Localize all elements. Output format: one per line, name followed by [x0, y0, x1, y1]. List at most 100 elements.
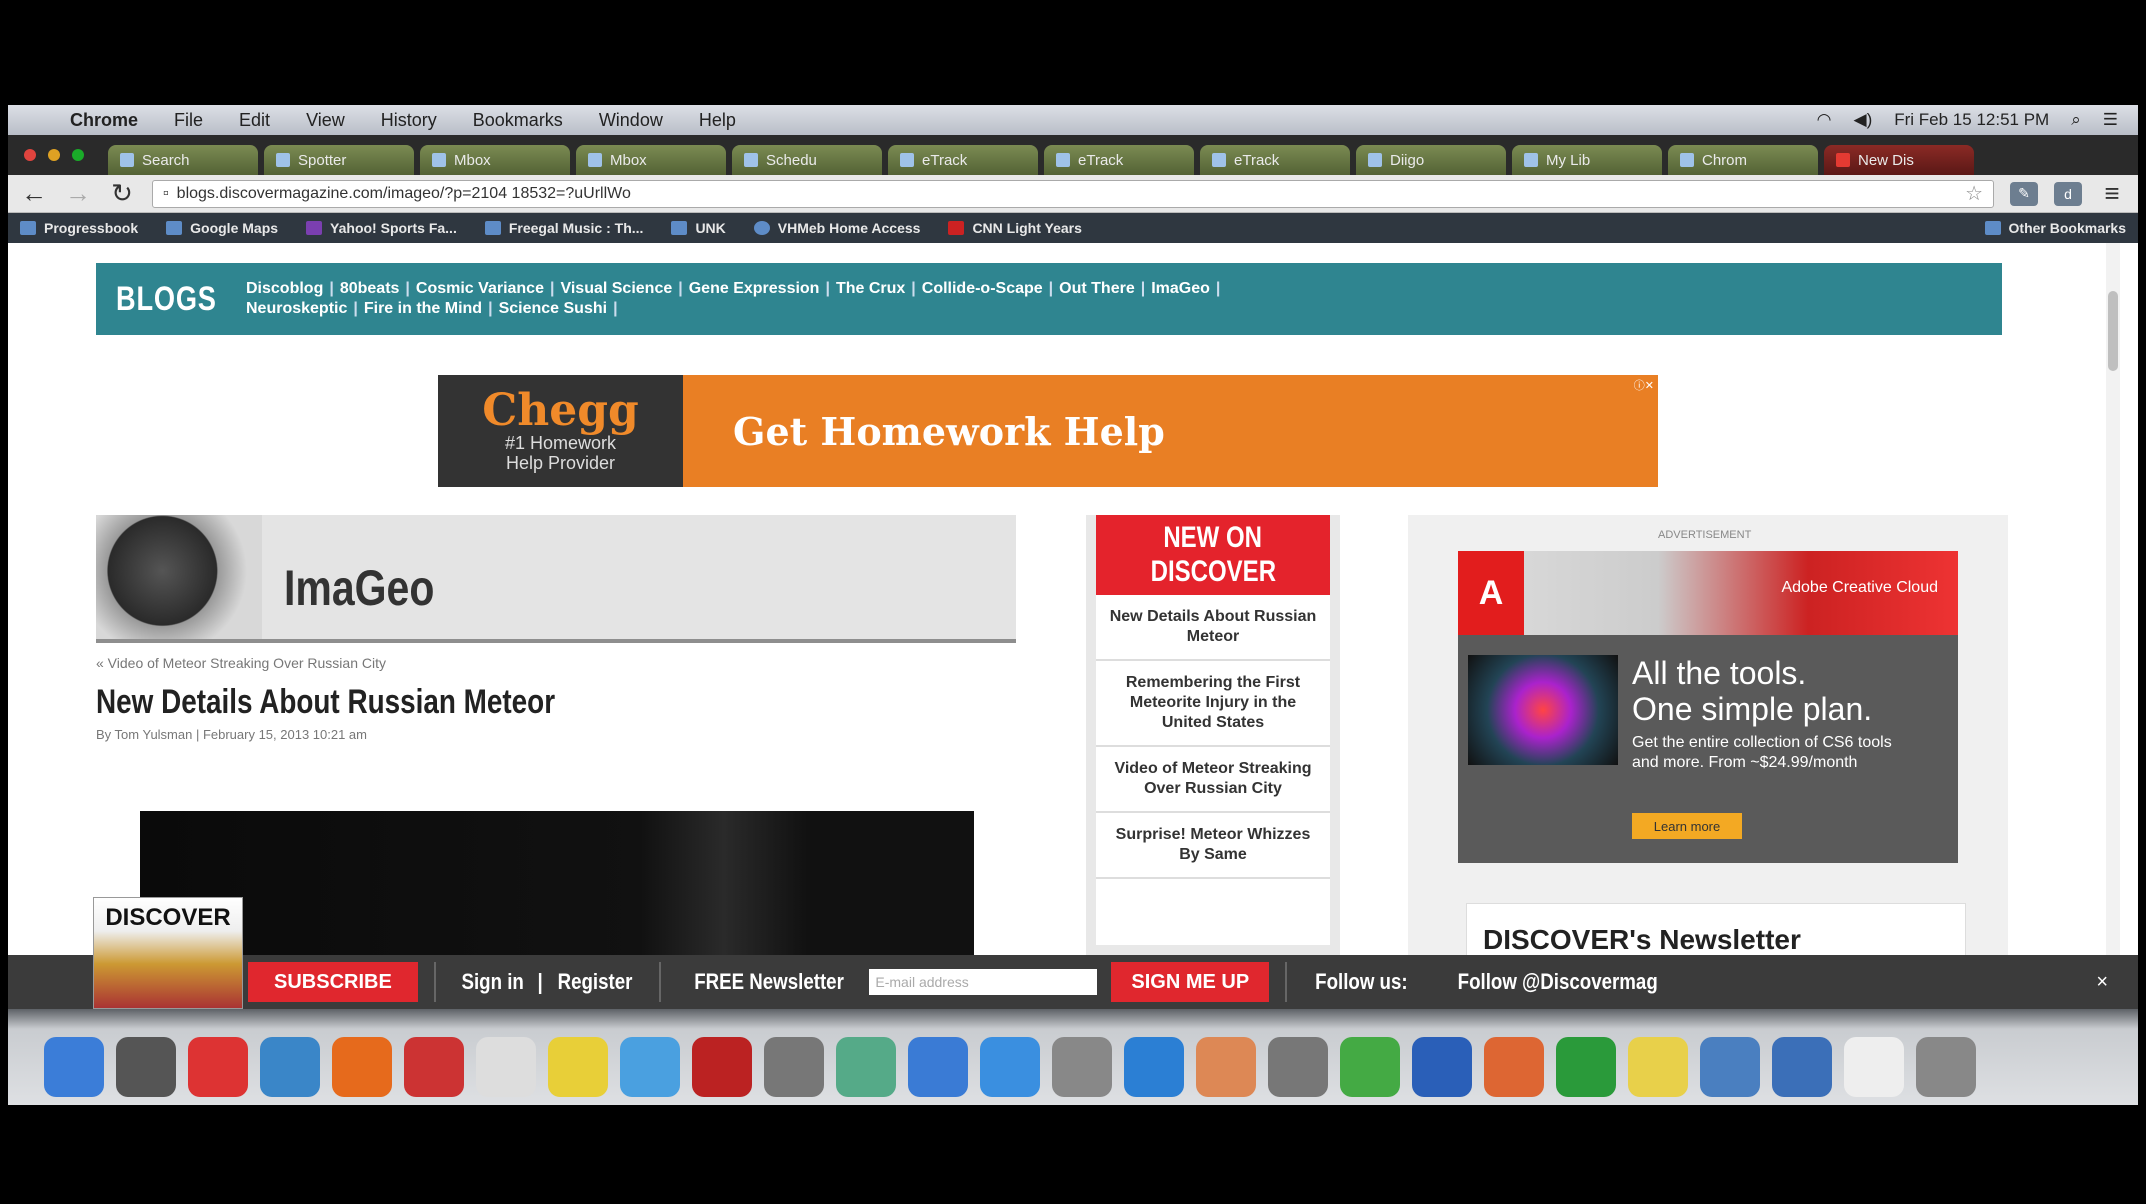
folder-icon[interactable] — [1628, 1037, 1688, 1097]
bookmark-google-maps[interactable]: Google Maps — [166, 220, 278, 236]
tab-6[interactable]: eTrack — [1044, 145, 1194, 175]
acrobat-icon[interactable] — [692, 1037, 752, 1097]
menu-help[interactable]: Help — [681, 110, 754, 131]
blog-link[interactable]: 80beats — [340, 280, 400, 297]
trash-icon[interactable] — [1916, 1037, 1976, 1097]
word-icon[interactable] — [1412, 1037, 1472, 1097]
chegg-cta[interactable]: Get Homework Help — [683, 375, 1658, 487]
email-input[interactable]: E-mail address — [869, 969, 1098, 995]
sign-in-link[interactable]: Sign in — [458, 969, 527, 995]
menu-bookmarks[interactable]: Bookmarks — [455, 110, 581, 131]
bookmark-progressbook[interactable]: Progressbook — [20, 220, 138, 236]
volume-icon[interactable]: ◀) — [1854, 110, 1873, 130]
menu-app[interactable]: Chrome — [52, 110, 156, 131]
blog-link[interactable]: Visual Science — [560, 280, 672, 297]
blog-link[interactable]: ImaGeo — [1151, 280, 1210, 297]
firefox-icon[interactable] — [332, 1037, 392, 1097]
blog-link[interactable]: The Crux — [836, 280, 905, 297]
discover-item[interactable]: Remembering the First Meteorite Injury i… — [1096, 661, 1330, 747]
list-icon[interactable]: ☰ — [2103, 110, 2118, 130]
messages-icon[interactable] — [620, 1037, 680, 1097]
tab-4[interactable]: Schedu — [732, 145, 882, 175]
screen-icon[interactable] — [1700, 1037, 1760, 1097]
tab-9[interactable]: My Lib — [1512, 145, 1662, 175]
blog-link[interactable]: Science Sushi — [499, 300, 608, 317]
video-player[interactable] — [140, 811, 974, 955]
wifi-icon[interactable]: ◠ — [1817, 110, 1832, 130]
blog-link[interactable]: Discoblog — [246, 280, 323, 297]
extension-icon[interactable]: ✎ — [2010, 181, 2038, 206]
keynote-icon[interactable] — [1196, 1037, 1256, 1097]
blog-link[interactable]: Neuroskeptic — [246, 300, 347, 317]
back-icon[interactable]: ← — [20, 178, 48, 209]
blog-link[interactable]: Out There — [1059, 280, 1135, 297]
ad-close-icon[interactable]: ⓘ✕ — [1634, 377, 1654, 393]
previous-post-link[interactable]: « Video of Meteor Streaking Over Russian… — [96, 655, 386, 671]
minimize-window-icon[interactable] — [48, 149, 60, 161]
discover-item[interactable]: Video of Meteor Streaking Over Russian C… — [1096, 747, 1330, 813]
tab-0[interactable]: Search — [108, 145, 258, 175]
bookmark-freegal[interactable]: Freegal Music : Th... — [484, 220, 643, 236]
address-bar[interactable]: ▫ blogs.discovermagazine.com/imageo/?p=2… — [152, 179, 1994, 208]
gallery-icon[interactable] — [1772, 1037, 1832, 1097]
calendar-icon[interactable] — [404, 1037, 464, 1097]
blog-link[interactable]: Gene Expression — [689, 280, 820, 297]
bookmark-star-icon[interactable]: ☆ — [1965, 181, 1983, 206]
pen-icon[interactable] — [1268, 1037, 1328, 1097]
bookmark-unk[interactable]: UNK — [671, 220, 726, 236]
blog-link[interactable]: Cosmic Variance — [416, 280, 544, 297]
photo-icon[interactable] — [764, 1037, 824, 1097]
menu-file[interactable]: File — [156, 110, 221, 131]
document-icon[interactable] — [1844, 1037, 1904, 1097]
blog-link[interactable]: Collide-o-Scape — [922, 280, 1043, 297]
twitter-follow-link[interactable]: Follow @Discovermag — [1454, 969, 1661, 995]
discover-item[interactable]: Surprise! Meteor Whizzes By Same — [1096, 813, 1330, 879]
powerpoint-icon[interactable] — [1484, 1037, 1544, 1097]
app-store-icon[interactable] — [980, 1037, 1040, 1097]
tab-8[interactable]: Diigo — [1356, 145, 1506, 175]
spotlight-icon[interactable]: ⌕ — [2071, 110, 2081, 130]
zoom-window-icon[interactable] — [72, 149, 84, 161]
tab-10[interactable]: Chrom — [1668, 145, 1818, 175]
tab-11[interactable]: New Dis — [1824, 145, 1974, 175]
tab-2[interactable]: Mbox — [420, 145, 570, 175]
tab-1[interactable]: Spotter — [264, 145, 414, 175]
adobe-ad[interactable]: A Adobe Creative Cloud All the tools. On… — [1458, 551, 1958, 863]
blog-link[interactable]: Fire in the Mind — [364, 300, 482, 317]
blog-title[interactable]: ImaGeo — [284, 559, 434, 617]
diigo-extension-icon[interactable]: d — [2054, 181, 2082, 206]
reload-icon[interactable]: ↻ — [108, 178, 136, 209]
register-link[interactable]: Register — [554, 969, 636, 995]
bookmark-yahoo-sports[interactable]: Yahoo! Sports Fa... — [306, 220, 457, 236]
clock[interactable]: Fri Feb 15 12:51 PM — [1894, 110, 2049, 130]
menu-view[interactable]: View — [288, 110, 363, 131]
magazine-cover[interactable]: DISCOVER — [93, 897, 243, 1009]
numbers-icon[interactable] — [1340, 1037, 1400, 1097]
finder-icon[interactable] — [44, 1037, 104, 1097]
excel-icon[interactable] — [1556, 1037, 1616, 1097]
dashboard-icon[interactable] — [116, 1037, 176, 1097]
chrome-icon[interactable] — [188, 1037, 248, 1097]
menu-icon[interactable]: ≡ — [2098, 178, 2126, 209]
preview-icon[interactable] — [1052, 1037, 1112, 1097]
menu-history[interactable]: History — [363, 110, 455, 131]
menu-edit[interactable]: Edit — [221, 110, 288, 131]
bookmark-home-access[interactable]: VHMeb Home Access — [753, 220, 920, 236]
tab-5[interactable]: eTrack — [888, 145, 1038, 175]
chegg-ad[interactable]: Chegg #1 Homework Help Provider Get Home… — [438, 375, 1658, 487]
itunes-icon[interactable] — [908, 1037, 968, 1097]
bookmark-other[interactable]: Other Bookmarks — [1984, 220, 2126, 236]
menu-window[interactable]: Window — [581, 110, 681, 131]
close-bar-icon[interactable]: × — [2096, 971, 2108, 994]
notes-icon[interactable] — [476, 1037, 536, 1097]
sign-me-up-button[interactable]: SIGN ME UP — [1111, 962, 1270, 1002]
stickies-icon[interactable] — [548, 1037, 608, 1097]
maps-icon[interactable] — [836, 1037, 896, 1097]
discover-item[interactable]: New Details About Russian Meteor — [1096, 595, 1330, 661]
page-scrollbar[interactable] — [2106, 243, 2120, 955]
safari-icon[interactable] — [260, 1037, 320, 1097]
forward-icon[interactable]: → — [64, 178, 92, 209]
subscribe-button[interactable]: SUBSCRIBE — [248, 962, 418, 1002]
network-icon[interactable] — [1124, 1037, 1184, 1097]
bookmark-cnn[interactable]: CNN Light Years — [948, 220, 1082, 236]
